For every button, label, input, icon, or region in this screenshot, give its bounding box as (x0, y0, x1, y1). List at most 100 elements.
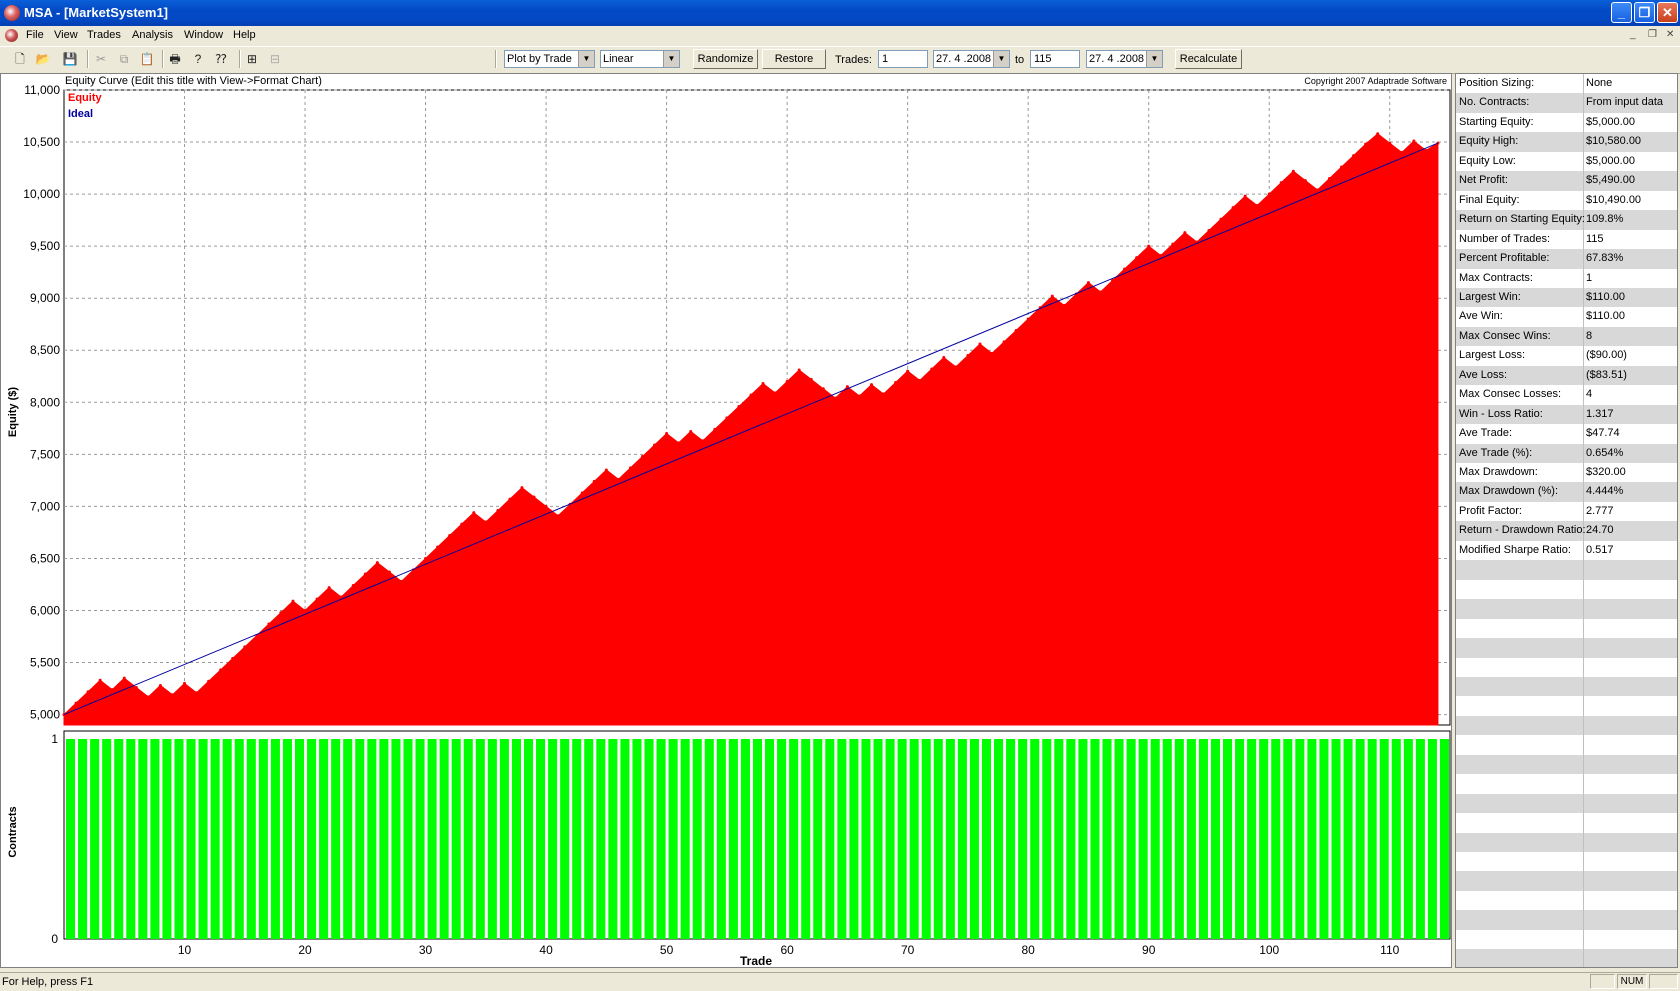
document-icon[interactable] (5, 29, 18, 42)
equity-point (363, 572, 367, 576)
equity-point (894, 381, 898, 385)
stats-value: 4 (1586, 388, 1593, 401)
chevron-down-icon[interactable]: ▼ (1146, 51, 1162, 67)
help-icon[interactable]: ? (190, 51, 206, 67)
contracts-bar (692, 739, 702, 939)
y-tick-label: 11,000 (24, 83, 60, 97)
menu-view[interactable]: View (54, 29, 78, 41)
print-icon[interactable]: 🖶 (167, 51, 183, 67)
contracts-bar (1403, 739, 1413, 939)
new-icon[interactable]: 🗋 (12, 51, 28, 67)
equity-point (785, 379, 789, 383)
close-button[interactable]: ✕ (1657, 2, 1678, 23)
contracts-bar (837, 739, 847, 939)
y-tick-label: 5,000 (30, 708, 60, 722)
plot-mode-select[interactable]: Plot by Trade ▼ (504, 50, 595, 68)
date-from-picker[interactable]: 27. 4 .2008 ▼ (933, 50, 1010, 68)
minimize-button[interactable]: _ (1611, 2, 1632, 23)
contracts-bar (789, 739, 799, 939)
mdi-restore-icon[interactable]: ❐ (1648, 29, 1657, 40)
menu-analysis[interactable]: Analysis (132, 29, 173, 41)
equity-point (821, 387, 825, 391)
stats-key: Equity Low: (1459, 154, 1516, 167)
zoom-icon[interactable]: ⊞ (244, 51, 260, 67)
contracts-bar (1439, 739, 1449, 939)
chevron-down-icon[interactable]: ▼ (663, 51, 679, 67)
date-to-picker[interactable]: 27. 4 .2008 ▼ (1086, 50, 1163, 68)
randomize-button[interactable]: Randomize (693, 49, 758, 69)
recalculate-button[interactable]: Recalculate (1175, 49, 1242, 69)
menu-trades[interactable]: Trades (87, 29, 121, 41)
stats-row: No. Contracts: From input data (1456, 93, 1677, 113)
trade-to-input[interactable]: 115 (1030, 50, 1080, 68)
open-icon[interactable]: 📂 (35, 51, 51, 67)
menu-file[interactable]: File (26, 29, 44, 41)
restore-trades-button[interactable]: Restore (762, 49, 826, 69)
contracts-bar (873, 739, 883, 939)
copy-icon[interactable]: ⧉ (116, 51, 132, 67)
stats-key: Position Sizing: (1459, 77, 1535, 89)
cut-icon[interactable]: ✂ (93, 51, 109, 67)
restore-button[interactable]: ❐ (1634, 2, 1655, 23)
legend-equity: Equity (68, 92, 102, 104)
paste-icon[interactable]: 📋 (139, 51, 155, 67)
y-tick-label: 8,000 (30, 395, 60, 409)
stats-row: Profit Factor: 2.777 (1456, 501, 1677, 522)
equity-point (954, 365, 958, 369)
status-bar: For Help, press F1 NUM (0, 972, 1680, 991)
stats-row: Max Consec Losses: 4 (1456, 385, 1677, 405)
contracts-bar (463, 739, 473, 939)
contracts-bar (1090, 739, 1100, 939)
save-icon[interactable]: 💾 (62, 51, 78, 67)
contracts-tick-label: 0 (51, 932, 58, 946)
stats-row: Ave Win: $110.00 (1456, 307, 1677, 327)
stats-row (1456, 579, 1677, 600)
mdi-close-icon[interactable]: ✕ (1666, 29, 1674, 40)
stats-row: Max Drawdown: $320.00 (1456, 463, 1677, 483)
scale-select[interactable]: Linear ▼ (600, 50, 680, 68)
equity-point (641, 454, 645, 458)
context-help-icon[interactable]: ⁇ (213, 51, 229, 67)
stats-value: 0.654% (1586, 446, 1624, 459)
contracts-bar (367, 739, 377, 939)
stats-value: 24.70 (1586, 524, 1614, 537)
contracts-bar (499, 739, 509, 939)
stats-row: Max Contracts: 1 (1456, 268, 1677, 288)
equity-chart[interactable]: 5,000 5,500 6,000 6,500 7,000 7,500 8,000 8,500… (1, 74, 1451, 967)
equity-point (267, 622, 271, 626)
contracts-bar (234, 739, 244, 939)
equity-point (616, 477, 620, 481)
contracts-bar (969, 739, 979, 939)
status-cap-indicator (1590, 974, 1615, 989)
contracts-bar (1174, 739, 1184, 939)
stats-row (1456, 754, 1677, 775)
equity-point (195, 691, 199, 695)
equity-point (918, 378, 922, 382)
chevron-down-icon[interactable]: ▼ (993, 51, 1009, 67)
app-icon[interactable] (4, 5, 20, 21)
contracts-bar (632, 739, 642, 939)
contracts-bar (186, 739, 196, 939)
chevron-down-icon[interactable]: ▼ (578, 51, 594, 67)
y-tick-label: 8,500 (30, 343, 60, 357)
stats-row (1456, 813, 1677, 833)
equity-point (1255, 204, 1259, 208)
mdi-minimize-icon[interactable]: _ (1630, 29, 1636, 40)
equity-point (496, 509, 500, 513)
stats-row (1456, 676, 1677, 697)
stats-value: $5,490.00 (1586, 174, 1635, 187)
contracts-bar (608, 739, 618, 939)
equity-point (701, 439, 705, 443)
unzoom-icon[interactable]: ⊟ (267, 51, 283, 67)
y-tick-label: 9,000 (30, 291, 60, 305)
menu-window[interactable]: Window (184, 29, 223, 41)
menu-help[interactable]: Help (233, 29, 256, 41)
stats-row: Starting Equity: $5,000.00 (1456, 112, 1677, 133)
equity-point (544, 504, 548, 508)
stats-row: Position Sizing: None (1456, 74, 1677, 94)
contracts-bar (403, 739, 413, 939)
equity-point (773, 391, 777, 395)
trade-from-input[interactable]: 1 (878, 50, 928, 68)
equity-point (1098, 290, 1102, 294)
stats-row: Ave Loss: ($83.51) (1456, 365, 1677, 386)
